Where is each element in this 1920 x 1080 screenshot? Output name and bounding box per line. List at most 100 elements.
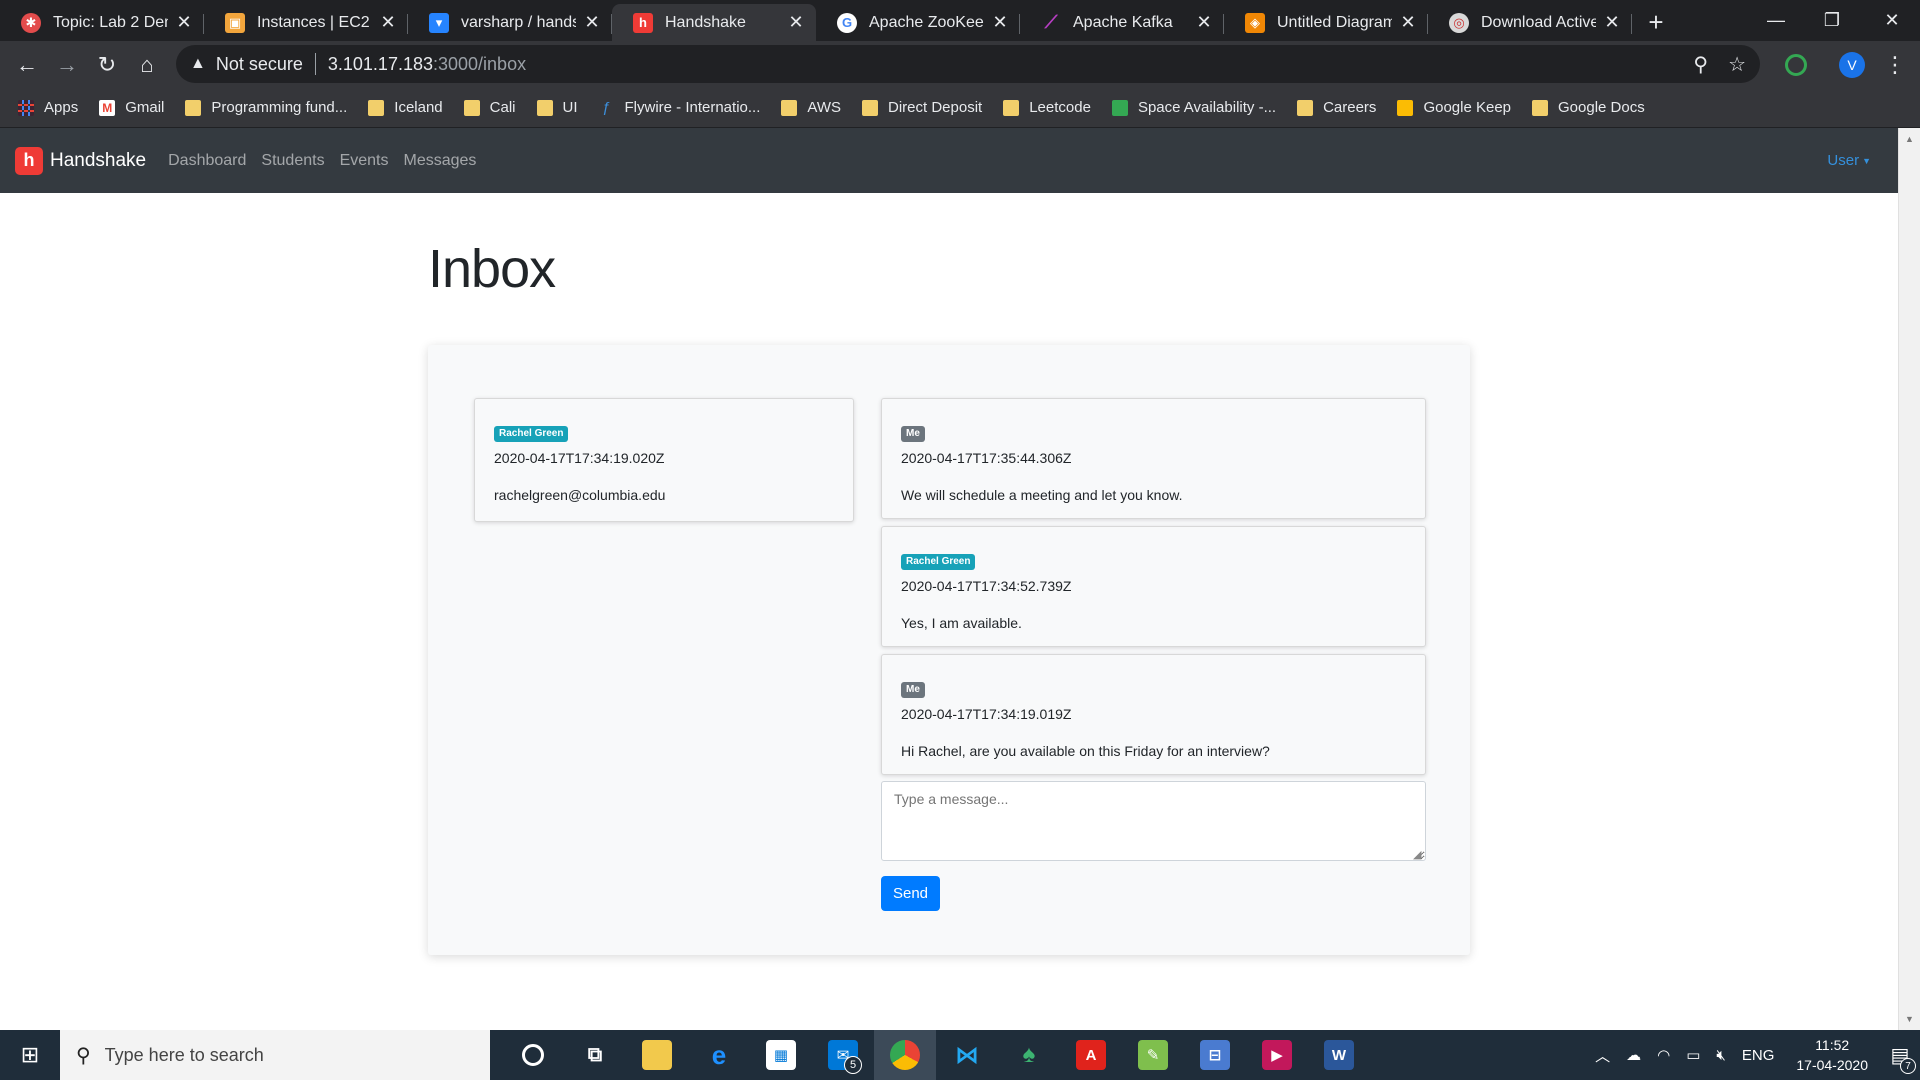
- close-icon[interactable]: ✕: [1602, 12, 1622, 33]
- cortana-icon[interactable]: [502, 1030, 564, 1080]
- word-icon[interactable]: W: [1308, 1030, 1370, 1080]
- scroll-down-icon[interactable]: ▼: [1905, 1014, 1914, 1024]
- task-view-icon[interactable]: ⧉: [564, 1030, 626, 1080]
- sender-badge: Me: [901, 682, 925, 698]
- nav-students[interactable]: Students: [261, 152, 324, 170]
- scroll-up-icon[interactable]: ▲: [1905, 134, 1914, 144]
- handshake-logo-icon: h: [15, 146, 43, 175]
- resize-grip-icon[interactable]: ◢: [1413, 848, 1421, 861]
- nav-events[interactable]: Events: [340, 152, 389, 170]
- bookmark-folder[interactable]: UI: [536, 99, 578, 116]
- reload-icon[interactable]: ↻: [87, 45, 127, 85]
- window-close-button[interactable]: ✕: [1864, 0, 1920, 41]
- bookmark-folder[interactable]: AWS: [781, 99, 841, 116]
- browser-tab-active[interactable]: h Handshake ✕: [612, 4, 816, 41]
- file-explorer-icon[interactable]: [626, 1030, 688, 1080]
- close-icon[interactable]: ✕: [582, 12, 602, 33]
- restore-button[interactable]: ❐: [1804, 0, 1860, 41]
- star-icon[interactable]: ☆: [1728, 52, 1746, 77]
- bookmark-folder[interactable]: Careers: [1297, 99, 1376, 116]
- folder-icon: [781, 99, 798, 116]
- tab-title: Topic: Lab 2 Demo: [53, 13, 168, 31]
- nav-messages[interactable]: Messages: [403, 152, 476, 170]
- bookmark-gmail[interactable]: M Gmail: [99, 99, 164, 116]
- activemq-icon: ◎: [1449, 12, 1469, 33]
- bookmarks-bar: Apps M Gmail Programming fund... Iceland…: [0, 88, 1920, 128]
- back-arrow-icon[interactable]: ←: [7, 45, 47, 85]
- onedrive-icon[interactable]: ☁: [1626, 1046, 1641, 1064]
- send-button[interactable]: Send: [881, 876, 940, 911]
- close-icon[interactable]: ✕: [1194, 12, 1214, 33]
- tab-title: varsharp / handsh: [461, 13, 576, 31]
- address-bar[interactable]: ▲ Not secure 3.101.17.183:3000/inbox ⚲ ☆: [176, 45, 1760, 83]
- bookmark-folder[interactable]: Leetcode: [1003, 99, 1091, 116]
- conversation-email: rachelgreen@columbia.edu: [494, 487, 666, 503]
- close-icon[interactable]: ✕: [174, 12, 194, 33]
- bookmark-folder[interactable]: Programming fund...: [185, 99, 347, 116]
- media-player-icon[interactable]: ▶: [1246, 1030, 1308, 1080]
- security-label: Not secure: [215, 53, 303, 74]
- edge-icon[interactable]: e: [688, 1030, 750, 1080]
- zoom-icon[interactable]: ⚲: [1693, 52, 1708, 77]
- browser-tab[interactable]: ◈ Untitled Diagram.c ✕: [1224, 4, 1428, 41]
- browser-tab[interactable]: ⟋ Apache Kafka ✕: [1020, 4, 1224, 41]
- browser-tab[interactable]: ▣ Instances | EC2 Ma ✕: [204, 4, 408, 41]
- bookmark-keep[interactable]: Google Keep: [1397, 99, 1511, 116]
- bookmark-folder[interactable]: Google Docs: [1532, 99, 1645, 116]
- system-tray: ︿ ☁ ◠ ▭ 🔇︎ ENG 11:52 17-04-2020 ▤ 7: [1587, 1030, 1920, 1080]
- nav-dashboard[interactable]: Dashboard: [168, 152, 246, 170]
- battery-icon[interactable]: ▭: [1686, 1046, 1700, 1064]
- page-scrollbar[interactable]: ▲ ▼: [1898, 128, 1920, 1030]
- bookmark-sheets[interactable]: Space Availability -...: [1111, 99, 1276, 116]
- chevron-up-icon[interactable]: ︿: [1595, 1045, 1610, 1066]
- conversation-time: 2020-04-17T17:34:19.020Z: [494, 450, 665, 466]
- divider: [314, 53, 316, 75]
- acrobat-icon[interactable]: A: [1060, 1030, 1122, 1080]
- close-icon[interactable]: ✕: [990, 12, 1010, 33]
- notepad-icon[interactable]: ✎: [1122, 1030, 1184, 1080]
- conversation-item[interactable]: Rachel Green 2020-04-17T17:34:19.020Z ra…: [474, 398, 854, 522]
- language-indicator[interactable]: ENG: [1742, 1047, 1775, 1064]
- menu-kebab-icon[interactable]: ⋮: [1884, 41, 1906, 88]
- message-input[interactable]: [881, 781, 1426, 861]
- taskbar-search-placeholder: Type here to search: [104, 1044, 264, 1065]
- volume-muted-icon[interactable]: 🔇︎: [1716, 1047, 1725, 1064]
- notification-count-badge: 7: [1900, 1058, 1916, 1074]
- new-tab-button[interactable]: +: [1638, 4, 1674, 41]
- bookmark-folder[interactable]: Cali: [463, 99, 516, 116]
- network-app-icon[interactable]: ⊟: [1184, 1030, 1246, 1080]
- chrome-icon[interactable]: [874, 1030, 936, 1080]
- message-text: We will schedule a meeting and let you k…: [901, 487, 1183, 503]
- vscode-icon[interactable]: ⋈: [936, 1030, 998, 1080]
- extension-icon[interactable]: [1785, 41, 1807, 88]
- windows-start-icon[interactable]: ⊞: [0, 1030, 60, 1080]
- close-icon[interactable]: ✕: [786, 12, 806, 33]
- bookmark-folder[interactable]: Direct Deposit: [862, 99, 982, 116]
- brand-name: Handshake: [50, 149, 147, 171]
- minimize-button[interactable]: —: [1748, 0, 1804, 41]
- clock[interactable]: 11:52 17-04-2020: [1796, 1035, 1868, 1075]
- browser-tab[interactable]: G Apache ZooKeepe ✕: [816, 4, 1020, 41]
- bookmark-folder[interactable]: Iceland: [368, 99, 443, 116]
- browser-tab[interactable]: ◎ Download ActiveP ✕: [1428, 4, 1632, 41]
- browser-tab[interactable]: ✱ Topic: Lab 2 Demo ✕: [0, 4, 204, 41]
- profile-avatar[interactable]: V: [1839, 41, 1865, 88]
- close-icon[interactable]: ✕: [1398, 12, 1418, 33]
- mail-icon[interactable]: ✉ 5: [812, 1030, 874, 1080]
- user-dropdown[interactable]: User ▼: [1827, 152, 1871, 169]
- wifi-icon[interactable]: ◠: [1657, 1046, 1670, 1064]
- bookmark-apps[interactable]: Apps: [18, 99, 78, 116]
- clock-time: 11:52: [1815, 1037, 1850, 1053]
- gmail-icon: M: [99, 99, 116, 116]
- bookmark-flywire[interactable]: ƒ Flywire - Internatio...: [599, 99, 760, 116]
- forward-arrow-icon[interactable]: →: [47, 45, 87, 85]
- brand-link[interactable]: h Handshake: [15, 146, 147, 175]
- browser-tab[interactable]: ▾ varsharp / handsh ✕: [408, 4, 612, 41]
- notification-center-icon[interactable]: ▤ 7: [1880, 1030, 1920, 1080]
- store-icon[interactable]: ▦: [750, 1030, 812, 1080]
- close-icon[interactable]: ✕: [378, 12, 398, 33]
- taskbar-search[interactable]: ⚲ Type here to search: [60, 1030, 490, 1080]
- home-icon[interactable]: ⌂: [127, 45, 167, 85]
- robo3t-icon[interactable]: ♠: [998, 1030, 1060, 1080]
- message-card: Me 2020-04-17T17:34:19.019Z Hi Rachel, a…: [881, 654, 1426, 775]
